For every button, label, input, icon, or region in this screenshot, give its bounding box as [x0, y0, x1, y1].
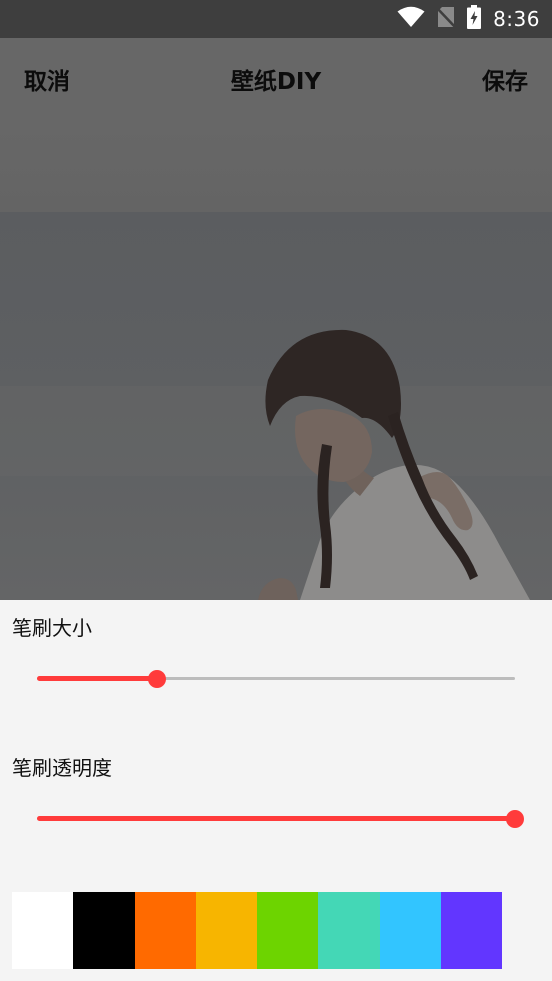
status-bar: 8:36 [0, 0, 552, 38]
brush-opacity-thumb[interactable] [506, 810, 524, 828]
brush-controls-panel: 笔刷大小 笔刷透明度 [0, 600, 552, 981]
brush-size-label: 笔刷大小 [12, 616, 92, 640]
color-swatch-1[interactable] [12, 892, 74, 969]
wifi-icon [397, 6, 425, 32]
color-swatch-5[interactable] [257, 892, 319, 969]
color-swatch-3[interactable] [134, 892, 196, 969]
brush-opacity-slider[interactable] [37, 807, 524, 831]
page-title: 壁纸DIY [230, 69, 322, 95]
color-swatch-7[interactable] [379, 892, 442, 969]
battery-charging-icon [467, 5, 482, 33]
wallpaper-photo [0, 126, 552, 600]
drawing-canvas[interactable] [0, 126, 552, 600]
brush-size-fill [37, 676, 157, 681]
no-sim-icon [436, 6, 456, 32]
brush-size-slider[interactable] [37, 667, 515, 691]
color-swatch-8[interactable] [441, 892, 503, 969]
status-time: 8:36 [493, 7, 540, 31]
screen: 8:36 取消 壁纸DIY 保存 笔刷大小 笔刷透明度 [0, 0, 552, 981]
brush-opacity-label: 笔刷透明度 [12, 756, 112, 780]
color-swatch-4[interactable] [195, 892, 258, 969]
color-swatch-6[interactable] [318, 892, 380, 969]
brush-opacity-fill [37, 816, 515, 821]
color-swatch-2[interactable] [73, 892, 135, 969]
brush-size-thumb[interactable] [147, 670, 166, 688]
save-button[interactable]: 保存 [482, 66, 528, 98]
toolbar: 取消 壁纸DIY 保存 [0, 38, 552, 126]
color-palette [12, 892, 503, 969]
status-icons: 8:36 [397, 0, 540, 38]
